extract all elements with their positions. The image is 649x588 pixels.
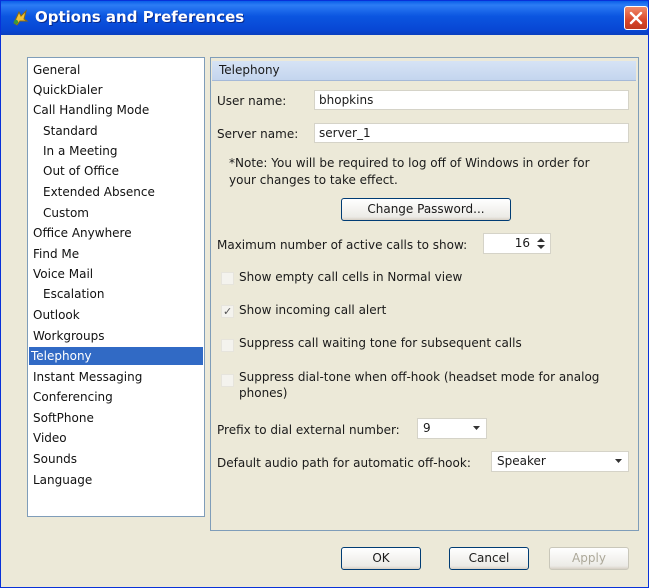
nav-item-workgroups[interactable]: Workgroups [31,327,107,345]
nav-item-sounds[interactable]: Sounds [31,450,79,468]
nav-item-find-me[interactable]: Find Me [31,245,81,263]
prefix-combo[interactable]: 9 [417,418,487,439]
ok-button[interactable]: OK [341,547,421,570]
nav-item-telephony[interactable]: Telephony [29,347,203,365]
spinner-arrows-icon[interactable] [535,236,547,251]
suppress-waiting-checkbox[interactable] [221,339,234,352]
suppress-dialtone-checkbox[interactable] [221,374,234,387]
nav-item-voice-mail[interactable]: Voice Mail [31,265,95,283]
close-button[interactable] [624,6,648,30]
nav-item-custom[interactable]: Custom [41,204,91,222]
nav-item-in-a-meeting[interactable]: In a Meeting [41,142,120,160]
apply-button[interactable]: Apply [549,547,629,570]
nav-item-standard[interactable]: Standard [41,122,100,140]
audio-path-value: Speaker [497,454,546,468]
panel-title: Telephony [219,63,280,77]
prefix-value: 9 [423,421,431,435]
app-icon [11,9,29,27]
max-calls-value: 16 [514,236,530,250]
options-dialog: Options and Preferences General QuickDia… [0,0,649,588]
chevron-down-icon [473,426,480,430]
nav-item-outlook[interactable]: Outlook [31,306,82,324]
max-calls-label: Maximum number of active calls to show: [217,238,468,252]
max-calls-spinner[interactable]: 16 [483,233,551,254]
show-empty-checkbox[interactable] [221,272,234,285]
nav-item-out-of-office[interactable]: Out of Office [41,162,121,180]
nav-item-office-anywhere[interactable]: Office Anywhere [31,224,134,242]
show-empty-label: Show empty call cells in Normal view [239,270,463,284]
note-line-2: your changes to take effect. [229,173,398,187]
show-incoming-label: Show incoming call alert [239,303,387,317]
cancel-button[interactable]: Cancel [449,547,529,570]
prefix-label: Prefix to dial external number: [217,423,400,437]
nav-item-instant-messaging[interactable]: Instant Messaging [31,368,144,386]
audio-path-combo[interactable]: Speaker [491,451,629,472]
nav-item-video[interactable]: Video [31,429,69,447]
server-name-label: Server name: [217,127,299,141]
nav-item-general[interactable]: General [31,61,82,79]
nav-item-softphone[interactable]: SoftPhone [31,409,96,427]
close-icon [629,11,643,25]
nav-item-extended-absence[interactable]: Extended Absence [41,183,157,201]
title-bar[interactable]: Options and Preferences [1,1,648,35]
nav-item-language[interactable]: Language [31,471,94,489]
checkmark-icon: ✓ [223,305,233,318]
nav-item-escalation[interactable]: Escalation [41,285,106,303]
user-name-label: User name: [217,94,287,108]
change-password-button[interactable]: Change Password... [341,198,511,221]
suppress-dialtone-label-line-2: phones) [239,386,288,400]
window-title: Options and Preferences [35,8,245,26]
nav-item-conferencing[interactable]: Conferencing [31,388,115,406]
nav-item-quickdialer[interactable]: QuickDialer [31,81,105,99]
audio-path-label: Default audio path for automatic off-hoo… [217,456,471,470]
server-name-field[interactable]: server_1 [314,123,629,143]
user-name-field[interactable]: bhopkins [314,90,629,110]
note-line-1: *Note: You will be required to log off o… [229,156,590,170]
suppress-dialtone-label-line-1: Suppress dial-tone when off-hook (headse… [239,370,600,384]
show-incoming-checkbox[interactable]: ✓ [221,305,234,318]
suppress-waiting-label: Suppress call waiting tone for subsequen… [239,336,522,350]
chevron-down-icon [615,459,622,463]
nav-item-call-handling-mode[interactable]: Call Handling Mode [31,101,151,119]
